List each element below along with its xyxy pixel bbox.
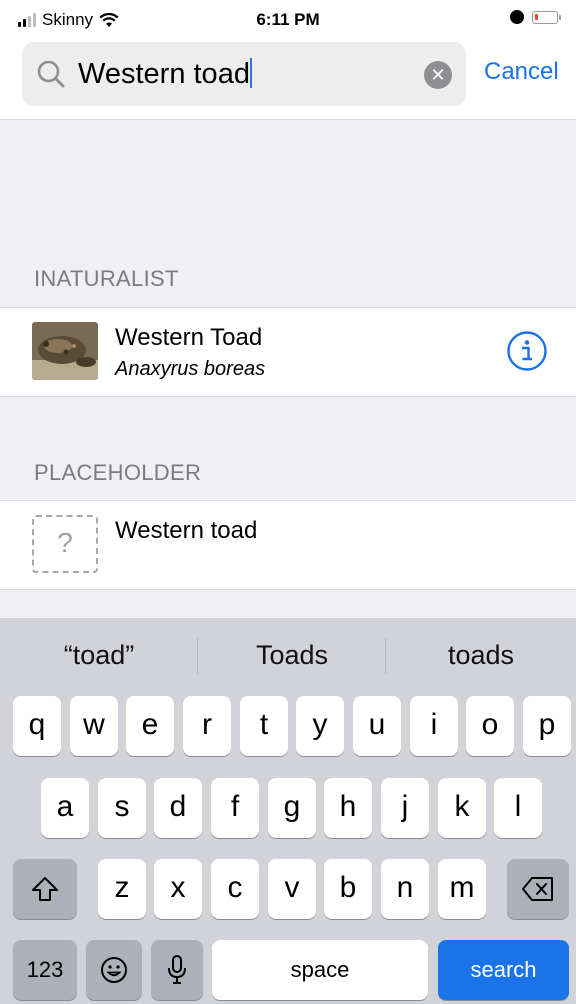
key-x[interactable]: x [154, 859, 202, 919]
key-n[interactable]: n [381, 859, 429, 919]
shift-key[interactable] [13, 859, 77, 919]
result-scientific-name: Anaxyrus boreas [115, 358, 266, 380]
search-key[interactable]: search [438, 940, 569, 1000]
key-p[interactable]: p [523, 696, 571, 756]
key-i[interactable]: i [410, 696, 458, 756]
cancel-button[interactable]: Cancel [484, 58, 559, 86]
numbers-key[interactable]: 123 [13, 940, 77, 1000]
search-input[interactable]: Western toad [78, 58, 252, 91]
emoji-key[interactable] [86, 940, 142, 1000]
key-r[interactable]: r [183, 696, 231, 756]
search-field[interactable]: Western toad ✕ [22, 42, 466, 106]
key-y[interactable]: y [296, 696, 344, 756]
key-u[interactable]: u [353, 696, 401, 756]
info-icon[interactable] [506, 330, 548, 372]
shift-icon [32, 877, 58, 901]
text-caret [249, 58, 252, 88]
suggestion-bar: “toad” Toads toads [0, 618, 576, 694]
status-right [510, 10, 561, 24]
section-header-inaturalist: INATURALIST [34, 266, 179, 291]
key-q[interactable]: q [13, 696, 61, 756]
battery-icon [532, 10, 561, 24]
key-a[interactable]: a [41, 778, 89, 838]
suggestion-2[interactable]: Toads [198, 640, 386, 671]
keyboard: “toad” Toads toads q w e r t y u i o p a… [0, 618, 576, 1004]
placeholder-title: Western toad [115, 517, 258, 544]
toad-photo [32, 322, 98, 380]
section-header-placeholder: PLACEHOLDER [34, 460, 202, 485]
search-icon [37, 60, 65, 88]
key-h[interactable]: h [324, 778, 372, 838]
result-row-placeholder[interactable]: ? Western toad [0, 500, 576, 590]
question-mark-icon: ? [32, 515, 98, 573]
key-t[interactable]: t [240, 696, 288, 756]
backspace-icon [522, 877, 553, 901]
key-w[interactable]: w [70, 696, 118, 756]
key-c[interactable]: c [211, 859, 259, 919]
key-j[interactable]: j [381, 778, 429, 838]
suggestion-1[interactable]: “toad” [0, 640, 198, 671]
key-b[interactable]: b [324, 859, 372, 919]
key-k[interactable]: k [438, 778, 486, 838]
clock: 6:11 PM [256, 10, 320, 29]
key-d[interactable]: d [154, 778, 202, 838]
backspace-key[interactable] [507, 859, 569, 919]
search-query: Western toad [78, 58, 250, 90]
search-header: Western toad ✕ Cancel [0, 40, 576, 120]
result-row-inaturalist[interactable]: Western Toad Anaxyrus boreas [0, 307, 576, 397]
result-title: Western Toad [115, 324, 263, 351]
key-g[interactable]: g [268, 778, 316, 838]
status-bar: Skinny 6:11 PM [0, 0, 576, 40]
suggestion-3[interactable]: toads [386, 640, 576, 671]
clear-icon[interactable]: ✕ [424, 61, 452, 89]
microphone-icon [168, 955, 186, 984]
alarm-icon [510, 10, 524, 24]
key-z[interactable]: z [98, 859, 146, 919]
space-key[interactable]: space [212, 940, 428, 1000]
microphone-key[interactable] [151, 940, 203, 1000]
key-m[interactable]: m [438, 859, 486, 919]
key-f[interactable]: f [211, 778, 259, 838]
emoji-icon [101, 957, 127, 983]
key-v[interactable]: v [268, 859, 316, 919]
key-o[interactable]: o [466, 696, 514, 756]
key-e[interactable]: e [126, 696, 174, 756]
key-l[interactable]: l [494, 778, 542, 838]
key-s[interactable]: s [98, 778, 146, 838]
